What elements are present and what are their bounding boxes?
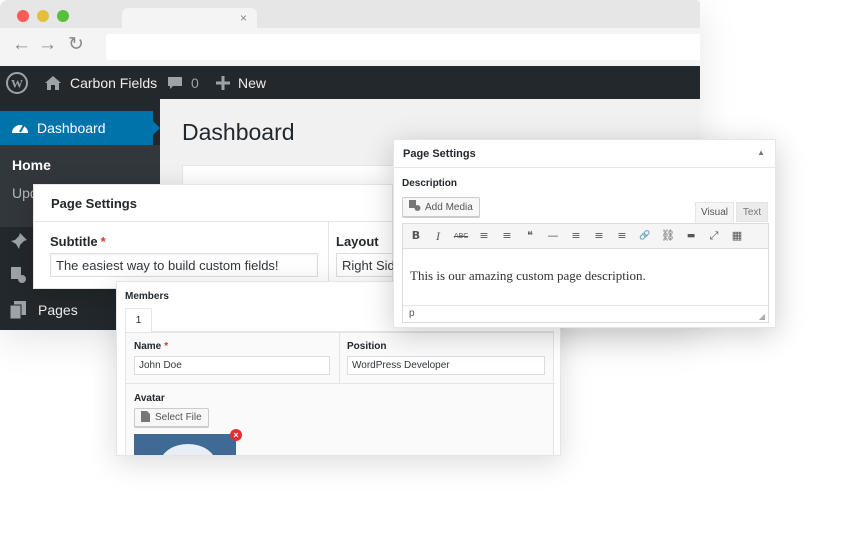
editor-status-bar: p ◢ [403, 305, 768, 322]
dashboard-gauge-icon [10, 120, 30, 137]
blockquote-icon[interactable]: ❝ [520, 227, 540, 245]
rich-text-editor: B I ABC ≡ ≡ ❝ — ≡ ≡ ≡ 🔗 ⛓ ▬ ⤢ ▦ This is … [402, 223, 769, 323]
unlink-icon[interactable]: ⛓ [658, 227, 678, 245]
home-icon [45, 75, 61, 90]
horizontal-line-icon[interactable]: — [543, 227, 563, 245]
subtitle-label-text: Subtitle [50, 234, 98, 249]
file-icon [141, 410, 150, 425]
bold-icon[interactable]: B [406, 227, 426, 245]
members-title: Members [125, 291, 169, 302]
new-label: New [238, 74, 267, 91]
align-left-icon[interactable]: ≡ [566, 227, 586, 245]
name-label: Name * [134, 341, 168, 352]
resize-handle-icon[interactable]: ◢ [759, 309, 765, 325]
reload-icon[interactable]: ↻ [68, 35, 84, 55]
sidebar-item-pages[interactable]: Pages [10, 301, 78, 319]
layout-select[interactable]: Right Sidebar [336, 253, 396, 277]
collapse-arrow-icon[interactable]: ▲ [757, 148, 765, 157]
panel-title: Page Settings [34, 185, 392, 222]
add-media-label: Add Media [425, 201, 473, 213]
submenu-home[interactable]: Home [12, 157, 51, 173]
select-file-button[interactable]: Select File [134, 408, 209, 427]
align-right-icon[interactable]: ≡ [612, 227, 632, 245]
position-label: Position [347, 341, 387, 352]
browser-tab[interactable]: × [122, 8, 257, 30]
address-bar[interactable] [106, 34, 700, 60]
fullscreen-icon[interactable]: ⤢ [704, 227, 724, 245]
toolbar-toggle-icon[interactable]: ▦ [727, 227, 747, 245]
back-arrow-icon[interactable]: ← [12, 35, 31, 55]
sidebar-item-label: Pages [38, 302, 78, 318]
description-label: Description [402, 178, 458, 189]
member-tab-1[interactable]: 1 [125, 308, 152, 333]
strikethrough-icon[interactable]: ABC [451, 227, 471, 245]
remove-avatar-icon[interactable]: × [230, 429, 242, 441]
comments-count: 0 [191, 74, 199, 91]
subtitle-label: Subtitle * [50, 234, 106, 249]
forward-arrow-icon[interactable]: → [38, 35, 57, 55]
name-label-text: Name [134, 341, 162, 352]
avatar-shape [160, 444, 216, 455]
panel-title: Page Settings [394, 140, 775, 168]
admin-bar-comments[interactable]: 0 [167, 66, 199, 99]
link-icon[interactable]: 🔗 [635, 227, 655, 245]
comment-bubble-icon [168, 76, 182, 89]
close-window-button[interactable] [17, 10, 29, 22]
sidebar-item-dashboard[interactable]: Dashboard [0, 111, 160, 145]
position-input[interactable]: WordPress Developer [347, 356, 545, 375]
admin-bar-new[interactable]: New [216, 66, 266, 99]
pushpin-icon[interactable] [10, 232, 28, 255]
wordpress-logo-icon[interactable]: W [6, 66, 28, 99]
admin-bar-site[interactable]: Carbon Fields [44, 66, 157, 99]
page-title: Dashboard [182, 119, 295, 145]
avatar-label: Avatar [134, 393, 165, 404]
read-more-icon[interactable]: ▬ [681, 227, 701, 245]
add-media-button[interactable]: Add Media [402, 197, 480, 217]
site-name: Carbon Fields [70, 74, 158, 91]
subtitle-input[interactable]: The easiest way to build custom fields! [50, 253, 318, 277]
name-input[interactable]: John Doe [134, 356, 330, 375]
required-mark: * [164, 341, 169, 352]
tab-visual[interactable]: Visual [695, 202, 734, 223]
required-mark: * [100, 234, 106, 249]
browser-titlebar: × [0, 0, 700, 30]
editor-toolbar: B I ABC ≡ ≡ ❝ — ≡ ≡ ≡ 🔗 ⛓ ▬ ⤢ ▦ [403, 224, 768, 249]
svg-text:W: W [11, 76, 23, 90]
select-file-label: Select File [155, 412, 202, 423]
element-path: p [409, 308, 415, 319]
field-divider [339, 333, 340, 383]
browser-toolbar: ← → ↻ [0, 28, 700, 66]
media-icon [409, 200, 421, 214]
page-settings-panel: Page Settings Subtitle * The easiest way … [33, 184, 396, 290]
page-settings-editor-panel: Page Settings ▲ Description Add Media Vi… [393, 139, 776, 328]
avatar-thumbnail [134, 434, 236, 455]
row-divider [126, 383, 555, 384]
bulleted-list-icon[interactable]: ≡ [474, 227, 494, 245]
editor-body-text[interactable]: This is our amazing custom page descript… [410, 268, 646, 284]
maximize-window-button[interactable] [57, 10, 69, 22]
wp-admin-bar: W Carbon Fields 0 New [0, 66, 700, 99]
italic-icon[interactable]: I [428, 227, 448, 245]
minimize-window-button[interactable] [37, 10, 49, 22]
member-entry: Name * John Doe Position WordPress Develo… [125, 332, 555, 455]
field-divider [328, 222, 329, 290]
pages-icon [10, 301, 26, 319]
layout-label: Layout [336, 234, 379, 249]
plus-icon [216, 75, 230, 90]
numbered-list-icon[interactable]: ≡ [497, 227, 517, 245]
sidebar-item-label: Dashboard [37, 120, 106, 136]
align-center-icon[interactable]: ≡ [589, 227, 609, 245]
media-icon[interactable] [10, 266, 28, 289]
tab-text[interactable]: Text [736, 202, 768, 222]
tab-close-icon[interactable]: × [240, 11, 247, 25]
